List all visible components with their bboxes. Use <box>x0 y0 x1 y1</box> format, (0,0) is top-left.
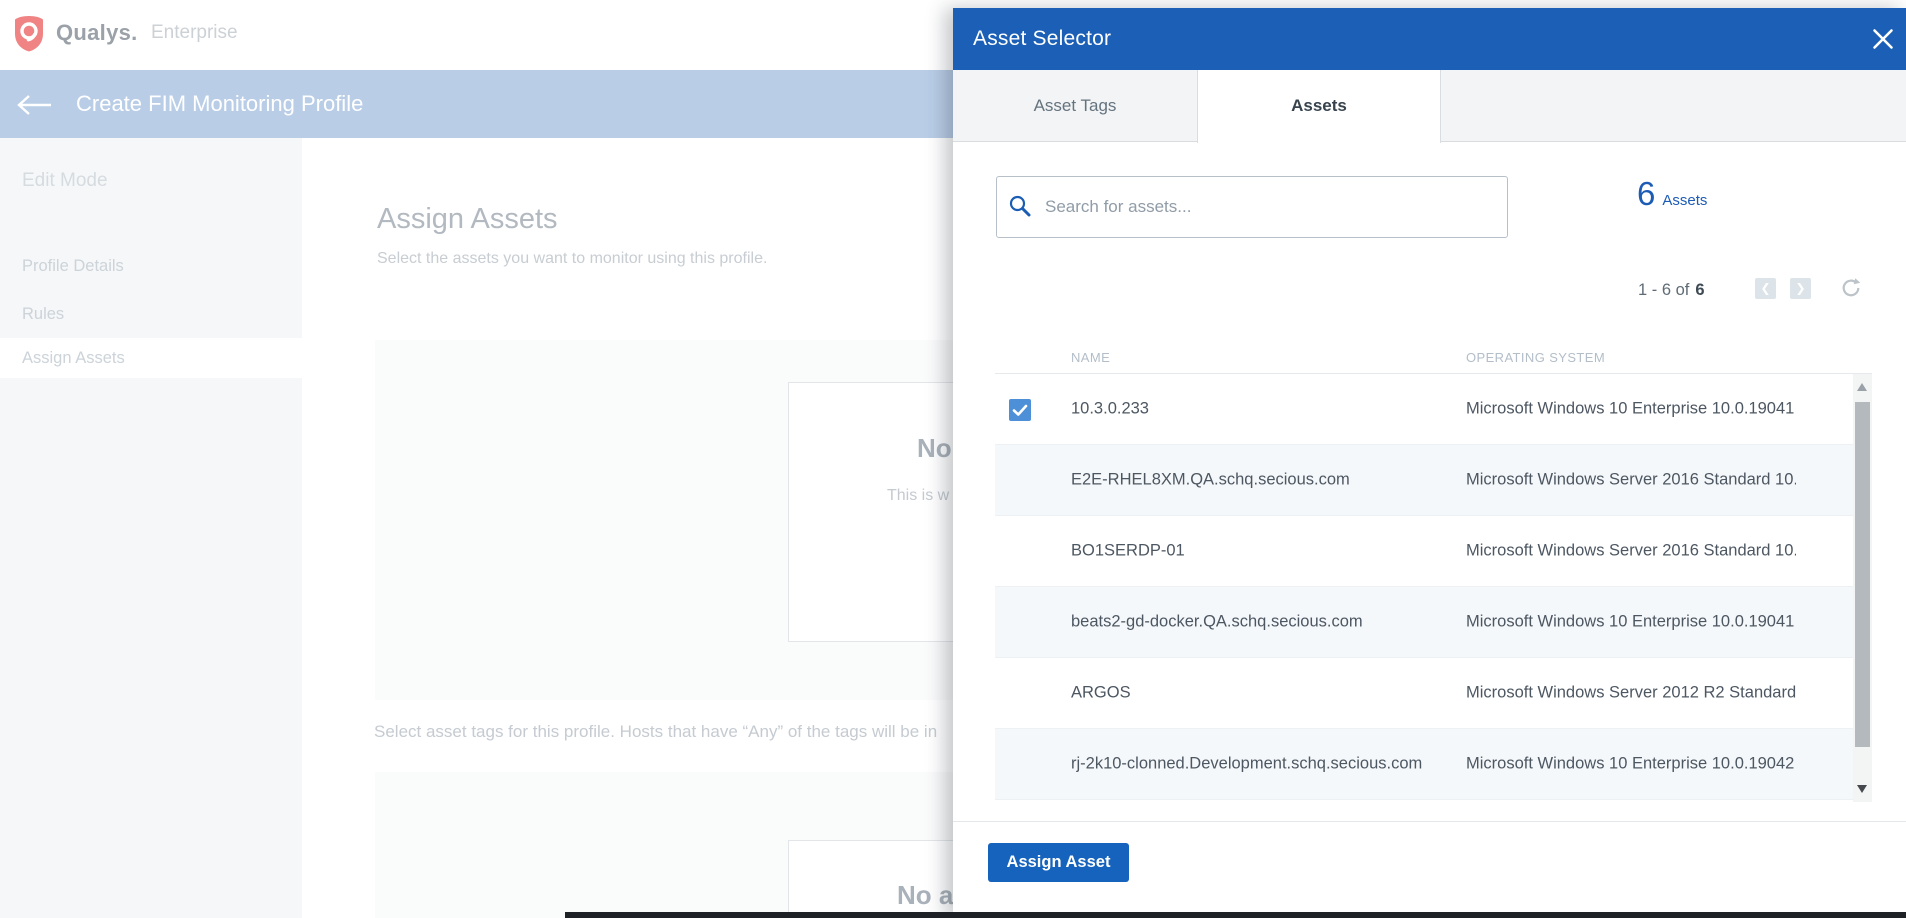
scrollbar-thumb[interactable] <box>1855 402 1870 747</box>
chevron-left-icon[interactable]: ❮ <box>1755 278 1776 299</box>
table-row[interactable]: beats2-gd-docker.QA.schq.secious.com Mic… <box>995 587 1872 658</box>
search-input[interactable] <box>996 176 1508 238</box>
asset-name: ARGOS <box>1071 684 1131 703</box>
table-row[interactable]: ARGOS Microsoft Windows Server 2012 R2 S… <box>995 658 1872 729</box>
column-header-name: NAME <box>1071 350 1110 365</box>
asset-selector-modal: Asset Selector Asset Tags Assets 6 Assets… <box>953 8 1906 918</box>
asset-name: BO1SERDP-01 <box>1071 542 1185 561</box>
tab-asset-tags[interactable]: Asset Tags <box>953 70 1197 142</box>
empty-state-heading: No <box>917 433 952 464</box>
asset-os: Microsoft Windows Server 2016 Standard 1… <box>1466 542 1796 561</box>
edit-mode-label: Edit Mode <box>22 170 108 192</box>
tab-assets[interactable]: Assets <box>1197 70 1441 143</box>
asset-name: rj-2k10-clonned.Development.schq.secious… <box>1071 755 1422 774</box>
pagination-total: 6 <box>1695 281 1704 299</box>
asset-os: Microsoft Windows Server 2016 Standard 1… <box>1466 471 1796 490</box>
footer-divider <box>953 821 1906 822</box>
search-icon <box>1008 194 1032 218</box>
asset-name: beats2-gd-docker.QA.schq.secious.com <box>1071 613 1363 632</box>
table-row[interactable]: 10.3.0.233 Microsoft Windows 10 Enterpri… <box>995 374 1872 445</box>
column-header-os: OPERATING SYSTEM <box>1466 350 1605 365</box>
assign-asset-button[interactable]: Assign Asset <box>988 843 1129 882</box>
sidebar: Edit Mode Profile Details Rules Assign A… <box>0 138 302 918</box>
table-row[interactable]: rj-2k10-clonned.Development.schq.secious… <box>995 729 1872 800</box>
asset-name: E2E-RHEL8XM.QA.schq.secious.com <box>1071 471 1350 490</box>
scroll-down-icon[interactable] <box>1857 785 1867 793</box>
asset-os: Microsoft Windows 10 Enterprise 10.0.190… <box>1466 613 1796 632</box>
qualys-shield-icon <box>13 14 45 54</box>
content-title: Assign Assets <box>377 203 558 236</box>
table-row[interactable]: E2E-RHEL8XM.QA.schq.secious.com Microsof… <box>995 445 1872 516</box>
close-icon[interactable] <box>1872 28 1894 50</box>
asset-count: 6 Assets <box>1637 175 1707 213</box>
horizontal-scrollbar[interactable] <box>565 912 1906 918</box>
asset-count-label: Assets <box>1662 192 1707 209</box>
table-row[interactable]: BO1SERDP-01 Microsoft Windows Server 201… <box>995 516 1872 587</box>
asset-table: 10.3.0.233 Microsoft Windows 10 Enterpri… <box>995 373 1872 802</box>
pagination-range-label: 1 - 6 of <box>1638 281 1689 299</box>
modal-header: Asset Selector <box>953 8 1906 70</box>
asset-tags-hint: Select asset tags for this profile. Host… <box>374 722 937 742</box>
table-scrollbar[interactable] <box>1853 374 1872 802</box>
asset-os: Microsoft Windows 10 Enterprise 10.0.190… <box>1466 400 1796 419</box>
chevron-right-icon[interactable]: ❯ <box>1790 278 1811 299</box>
sidebar-item-rules[interactable]: Rules <box>0 294 302 334</box>
brand-name: Qualys. <box>56 20 138 46</box>
asset-os: Microsoft Windows 10 Enterprise 10.0.190… <box>1466 755 1796 774</box>
empty-state-text: This is w <box>887 487 949 505</box>
asset-count-value: 6 <box>1637 175 1655 212</box>
asset-os: Microsoft Windows Server 2012 R2 Standar… <box>1466 684 1796 703</box>
page-title: Create FIM Monitoring Profile <box>76 70 363 138</box>
screen: Qualys. Enterprise Create FIM Monitoring… <box>0 0 1906 918</box>
content-subtitle: Select the assets you want to monitor us… <box>377 250 767 268</box>
brand-edition: Enterprise <box>151 22 238 44</box>
sidebar-item-assign-assets[interactable]: Assign Assets <box>0 338 302 378</box>
refresh-icon[interactable] <box>1840 277 1862 299</box>
asset-name: 10.3.0.233 <box>1071 400 1149 419</box>
row-checkbox-checked[interactable] <box>1009 399 1031 421</box>
pagination-range: 1 - 6 of 6 <box>1638 281 1705 300</box>
modal-tab-bar: Asset Tags Assets <box>953 70 1906 142</box>
sidebar-item-profile-details[interactable]: Profile Details <box>0 246 302 286</box>
modal-title: Asset Selector <box>973 8 1111 70</box>
scroll-up-icon[interactable] <box>1857 383 1867 391</box>
arrow-left-icon[interactable] <box>16 93 54 122</box>
